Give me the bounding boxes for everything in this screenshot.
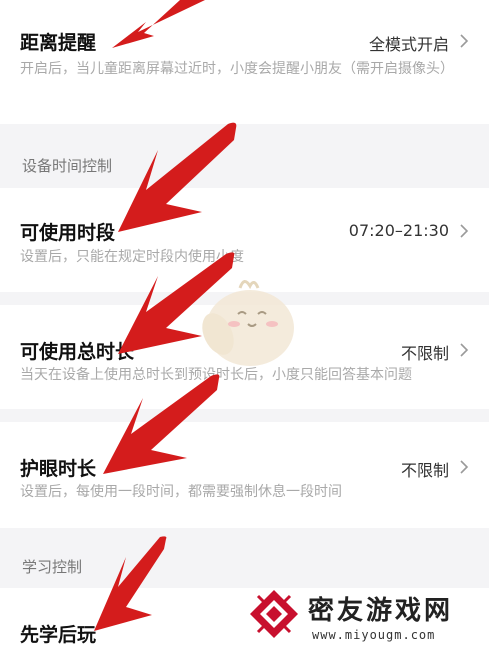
usable-period-title: 可使用时段 <box>20 222 116 244</box>
watermark: 密友游戏网 www.miyougm.com <box>238 582 489 650</box>
usable-period-value: 07:20–21:30 <box>348 221 449 240</box>
chevron-right-icon <box>460 460 469 474</box>
section-header-study: 学习控制 <box>22 558 83 576</box>
eye-care-title: 护眼时长 <box>20 458 97 480</box>
watermark-title: 密友游戏网 <box>308 596 454 626</box>
distance-reminder-card[interactable]: 距离提醒 全模式开启 开启后，当儿童距离屏幕过近时，小度会提醒小朋友（需开启摄像… <box>0 0 489 124</box>
watermark-url: www.miyougm.com <box>312 628 436 642</box>
watermark-logo <box>250 590 298 638</box>
chevron-right-icon <box>460 343 469 357</box>
usable-total-title: 可使用总时长 <box>20 341 135 363</box>
settings-page: 距离提醒 全模式开启 开启后，当儿童距离屏幕过近时，小度会提醒小朋友（需开启摄像… <box>0 0 489 650</box>
section-header-device-time: 设备时间控制 <box>22 157 113 175</box>
usable-total-value: 不限制 <box>400 344 449 363</box>
eye-care-description: 设置后，每使用一段时间，都需要强制休息一段时间 <box>20 484 342 500</box>
eye-care-value: 不限制 <box>400 461 449 480</box>
eye-care-card[interactable]: 护眼时长 不限制 设置后，每使用一段时间，都需要强制休息一段时间 <box>0 422 489 528</box>
chevron-right-icon <box>460 224 469 238</box>
distance-reminder-description: 开启后，当儿童距离屏幕过近时，小度会提醒小朋友（需开启摄像头） <box>20 61 454 77</box>
chevron-right-icon <box>460 34 469 48</box>
mascot-illustration <box>202 280 294 366</box>
learn-first-title: 先学后玩 <box>20 624 97 646</box>
distance-reminder-title: 距离提醒 <box>20 32 97 54</box>
usable-period-description: 设置后，只能在规定时段内使用小度 <box>20 249 244 265</box>
distance-reminder-value: 全模式开启 <box>368 35 449 54</box>
